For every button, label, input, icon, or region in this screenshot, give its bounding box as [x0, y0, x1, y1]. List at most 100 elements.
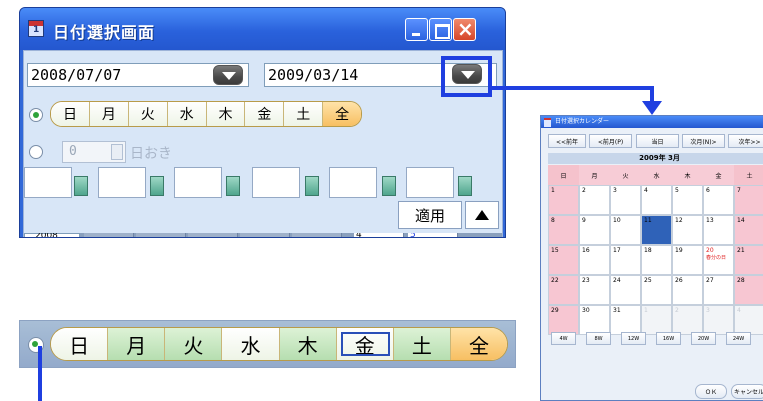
- weekday-header-fri: 金: [703, 165, 734, 185]
- calendar-day-cell[interactable]: 5: [672, 185, 703, 215]
- calendar-day-cell[interactable]: 31: [610, 305, 641, 335]
- calendar-day-cell[interactable]: 21: [734, 245, 763, 275]
- day-toggle-all-large[interactable]: 全: [450, 328, 507, 360]
- day-toggle-sun[interactable]: 日: [51, 102, 90, 126]
- calendar-day-cell[interactable]: 30: [579, 305, 610, 335]
- calendar-day-number: 15: [551, 247, 559, 254]
- window-client-area: 2008/07/07 2009/03/14 日 月 火 水 木 金 土 全 0 …: [23, 50, 503, 237]
- calendar-day-number: 25: [644, 277, 652, 284]
- title-bar[interactable]: 日付選択画面 ×: [20, 8, 505, 50]
- calendar-day-cell[interactable]: 25: [641, 275, 672, 305]
- weekday-mode-radio[interactable]: [29, 108, 43, 122]
- next-month-button[interactable]: 次月(N)>: [682, 134, 725, 148]
- collapse-up-button[interactable]: [465, 201, 499, 229]
- day-toggle-mon[interactable]: 月: [89, 102, 129, 126]
- date-slot-box[interactable]: [98, 167, 146, 198]
- date-slot-box[interactable]: [24, 167, 72, 198]
- week-4w-button[interactable]: 4W: [551, 332, 576, 345]
- cancel-button[interactable]: キャンセル: [731, 384, 763, 399]
- calendar-day-number: 29: [551, 307, 559, 314]
- date-slot-toggle[interactable]: [150, 176, 164, 196]
- prev-month-button[interactable]: <前月(P): [589, 134, 632, 148]
- week-20w-button[interactable]: 20W: [691, 332, 716, 345]
- close-button[interactable]: ×: [453, 17, 476, 41]
- calendar-day-cell[interactable]: 27: [703, 275, 734, 305]
- day-toggle-mon-large[interactable]: 月: [108, 328, 166, 360]
- week-8w-button[interactable]: 8W: [586, 332, 611, 345]
- calendar-day-cell[interactable]: 1: [641, 305, 672, 335]
- day-toggle-sat-large[interactable]: 土: [393, 328, 451, 360]
- connector-line-bottom: [38, 346, 42, 401]
- calendar-day-number: 7: [737, 187, 741, 194]
- spinner-arrows-icon[interactable]: [111, 144, 123, 160]
- interval-mode-radio[interactable]: [29, 145, 43, 159]
- calendar-day-number: 3: [613, 187, 617, 194]
- calendar-day-cell[interactable]: 9: [579, 215, 610, 245]
- calendar-day-cell[interactable]: 20 春分の日: [703, 245, 734, 275]
- today-button[interactable]: 当日: [636, 134, 679, 148]
- calendar-day-cell[interactable]: 19: [672, 245, 703, 275]
- calendar-day-cell[interactable]: 13: [703, 215, 734, 245]
- calendar-day-cell[interactable]: 28: [734, 275, 763, 305]
- day-toggle-sat[interactable]: 土: [284, 102, 324, 126]
- day-toggle-fri[interactable]: 金: [245, 102, 285, 126]
- week-16w-button[interactable]: 16W: [656, 332, 681, 345]
- day-toggle-wed-large[interactable]: 水: [222, 328, 280, 360]
- calendar-day-cell[interactable]: 2: [579, 185, 610, 215]
- ok-button[interactable]: ＯＫ: [695, 384, 727, 399]
- calendar-day-cell[interactable]: 10: [610, 215, 641, 245]
- day-toggle-tue-large[interactable]: 火: [165, 328, 223, 360]
- calendar-day-cell[interactable]: 26: [672, 275, 703, 305]
- date-slot-box[interactable]: [329, 167, 377, 198]
- calendar-day-number: 21: [737, 247, 745, 254]
- calendar-day-cell[interactable]: 12: [672, 215, 703, 245]
- calendar-day-cell[interactable]: 7: [734, 185, 763, 215]
- close-icon: ×: [457, 17, 474, 41]
- calendar-title[interactable]: 日付選択カレンダー: [541, 116, 763, 128]
- calendar-day-cell[interactable]: 11: [641, 215, 672, 245]
- day-toggle-tue[interactable]: 火: [128, 102, 168, 126]
- maximize-button[interactable]: [429, 18, 452, 41]
- apply-button[interactable]: 適用: [398, 201, 462, 229]
- calendar-day-cell[interactable]: 17: [610, 245, 641, 275]
- day-toggle-thu-large[interactable]: 木: [279, 328, 337, 360]
- calendar-day-cell[interactable]: 22: [548, 275, 579, 305]
- calendar-day-cell[interactable]: 16: [579, 245, 610, 275]
- calendar-day-cell[interactable]: 1: [548, 185, 579, 215]
- day-toggle-fri-large[interactable]: 金: [336, 328, 394, 360]
- calendar-day-cell[interactable]: 2: [672, 305, 703, 335]
- week-24w-button[interactable]: 24W: [726, 332, 751, 345]
- prev-year-button[interactable]: <<前年: [548, 134, 586, 148]
- date-slot-toggle[interactable]: [226, 176, 240, 196]
- start-date-dropdown-button[interactable]: [213, 65, 243, 85]
- calendar-day-cell[interactable]: 24: [610, 275, 641, 305]
- minimize-button[interactable]: [405, 18, 428, 41]
- date-slot-toggle[interactable]: [305, 176, 319, 196]
- calendar-day-cell[interactable]: 29: [548, 305, 579, 335]
- day-toggle-all[interactable]: 全: [323, 102, 361, 126]
- calendar-day-cell[interactable]: 4: [641, 185, 672, 215]
- next-year-button[interactable]: 次年>>: [728, 134, 763, 148]
- calendar-day-cell[interactable]: 18: [641, 245, 672, 275]
- interval-spinner[interactable]: 0: [62, 141, 126, 163]
- date-slot-toggle[interactable]: [458, 176, 472, 196]
- calendar-day-cell[interactable]: 23: [579, 275, 610, 305]
- calendar-day-cell[interactable]: 4: [734, 305, 763, 335]
- date-slot-box[interactable]: [406, 167, 454, 198]
- week-12w-button[interactable]: 12W: [621, 332, 646, 345]
- calendar-day-number: 12: [675, 217, 683, 224]
- calendar-day-cell[interactable]: 6: [703, 185, 734, 215]
- date-slot-toggle[interactable]: [382, 176, 396, 196]
- calendar-day-cell[interactable]: 15: [548, 245, 579, 275]
- calendar-day-cell[interactable]: 8: [548, 215, 579, 245]
- calendar-day-cell[interactable]: 14: [734, 215, 763, 245]
- calendar-day-cell[interactable]: 3: [703, 305, 734, 335]
- day-toggle-thu[interactable]: 木: [206, 102, 246, 126]
- day-toggle-sun-large[interactable]: 日: [51, 328, 109, 360]
- calendar-day-cell[interactable]: 3: [610, 185, 641, 215]
- date-slot-toggle[interactable]: [74, 176, 88, 196]
- calendar-day-number: 24: [613, 277, 621, 284]
- date-slot-box[interactable]: [174, 167, 222, 198]
- date-slot-box[interactable]: [252, 167, 300, 198]
- day-toggle-wed[interactable]: 水: [167, 102, 207, 126]
